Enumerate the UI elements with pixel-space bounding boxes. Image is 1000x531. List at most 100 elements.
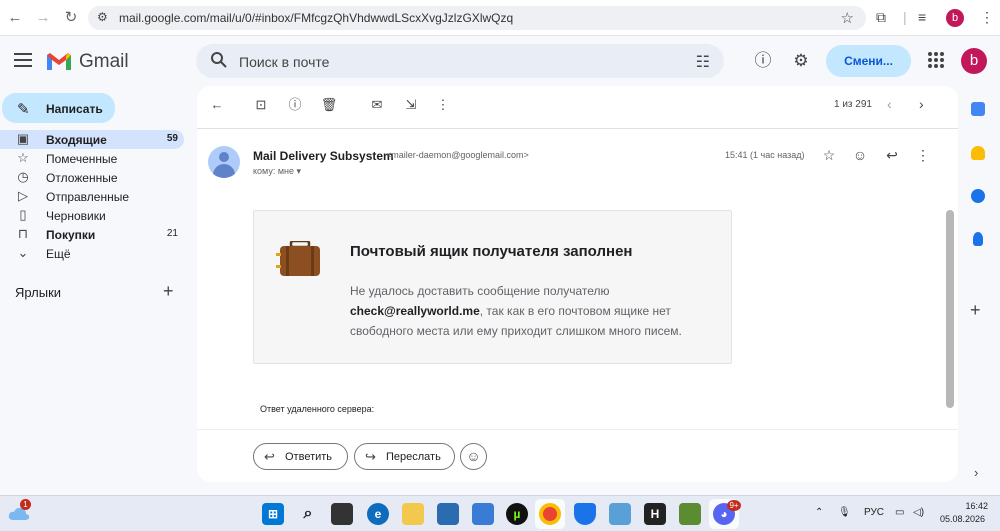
google-apps-icon[interactable] bbox=[928, 52, 944, 68]
gmail-wordmark[interactable]: Gmail bbox=[79, 51, 129, 73]
caret-down-icon[interactable]: ▾ bbox=[297, 166, 302, 176]
sidebar-item-snoozed[interactable]: ◷ Отложенные bbox=[0, 168, 184, 187]
volume-icon[interactable]: ◁) bbox=[913, 507, 924, 518]
media-icon[interactable]: ≡ bbox=[918, 9, 926, 25]
contacts-icon[interactable] bbox=[973, 232, 983, 246]
scrollbar[interactable] bbox=[946, 210, 954, 408]
notice-title: Почтовый ящик получателя заполнен bbox=[350, 243, 633, 260]
move-to-icon[interactable]: ⇲ bbox=[402, 96, 420, 114]
weather-badge: 1 bbox=[20, 499, 31, 510]
sidebar-item-more[interactable]: ⌄ Ещё bbox=[0, 244, 184, 263]
star-icon[interactable]: ☆ bbox=[820, 146, 838, 164]
message-more-icon[interactable]: ⋮ bbox=[914, 146, 932, 164]
extensions-icon[interactable]: ⧉ bbox=[876, 9, 886, 26]
windows-start-icon[interactable]: ⊞ bbox=[262, 503, 284, 525]
vpn-icon[interactable] bbox=[472, 503, 494, 525]
photos-icon[interactable] bbox=[609, 503, 631, 525]
emoji-reaction-icon[interactable]: ☺ bbox=[851, 146, 869, 164]
forward-icon[interactable]: → bbox=[34, 9, 52, 27]
switch-account-button[interactable]: Смени... bbox=[826, 45, 911, 77]
tasks-icon[interactable] bbox=[971, 189, 985, 203]
newer-chevron-icon[interactable]: ‹ bbox=[887, 96, 892, 112]
bookmark-star-icon[interactable]: ☆ bbox=[841, 9, 854, 27]
file-explorer-icon[interactable] bbox=[402, 503, 424, 525]
keep-icon[interactable] bbox=[971, 146, 985, 160]
emoji-reaction-button[interactable]: ☺ bbox=[460, 443, 487, 470]
main-menu-icon[interactable] bbox=[14, 53, 32, 67]
chevron-down-icon: ⌄ bbox=[17, 245, 29, 260]
sidebar-item-purchases[interactable]: ⊓ Покупки 21 bbox=[0, 225, 184, 244]
back-to-inbox-icon[interactable]: ← bbox=[208, 96, 226, 114]
sender-avatar[interactable] bbox=[208, 146, 240, 178]
forward-label: Переслать bbox=[386, 451, 441, 463]
send-icon: ▷ bbox=[18, 188, 28, 203]
sidebar-item-drafts[interactable]: ▯ Черновики bbox=[0, 206, 184, 225]
archive-icon[interactable]: ⊡ bbox=[252, 96, 270, 114]
minecraft-icon[interactable] bbox=[679, 503, 701, 525]
taskbar-search-icon[interactable]: ⌕ bbox=[297, 503, 319, 525]
calendar-icon[interactable] bbox=[971, 102, 985, 116]
sidebar-item-label: Помеченные bbox=[46, 152, 118, 166]
add-addon-icon[interactable]: + bbox=[970, 300, 981, 321]
clock-time[interactable]: 16:42 bbox=[958, 501, 988, 511]
help-icon[interactable]: ⓘ bbox=[753, 51, 773, 71]
reload-icon[interactable]: ↻ bbox=[62, 9, 80, 27]
clock-date[interactable]: 05.08.2026 bbox=[940, 514, 985, 524]
browser-menu-icon[interactable]: ⋮ bbox=[980, 9, 994, 26]
back-icon[interactable]: ← bbox=[6, 9, 24, 27]
notice-body: Не удалось доставить сообщение получател… bbox=[350, 281, 720, 341]
sidebar-item-label: Отправленные bbox=[46, 190, 130, 204]
remote-server-label: Ответ удаленного сервера: bbox=[260, 404, 375, 414]
report-spam-icon[interactable]: ⓘ bbox=[286, 96, 304, 114]
url-text: mail.google.com/mail/u/0/#inbox/FMfcgzQh… bbox=[119, 11, 514, 25]
store-icon[interactable] bbox=[437, 503, 459, 525]
compose-button[interactable]: ✎ Написать bbox=[2, 93, 115, 123]
address-bar[interactable]: ⚙ mail.google.com/mail/u/0/#inbox/FMfcgz… bbox=[88, 6, 866, 30]
search-options-icon[interactable]: ☷ bbox=[696, 52, 710, 72]
edge-browser-icon[interactable]: e bbox=[367, 503, 389, 525]
reply-icon[interactable]: ↩ bbox=[883, 146, 901, 164]
sidebar-item-sent[interactable]: ▷ Отправленные bbox=[0, 187, 184, 206]
message-time: 15:41 (1 час назад) bbox=[725, 150, 805, 160]
tray-chevron-icon[interactable]: ⌃ bbox=[815, 507, 823, 518]
draft-icon: ▯ bbox=[19, 207, 27, 222]
sidebar-item-starred[interactable]: ☆ Помеченные bbox=[0, 149, 184, 168]
settings-gear-icon[interactable]: ⚙ bbox=[791, 51, 811, 71]
search-icon[interactable] bbox=[210, 51, 228, 69]
delete-icon[interactable]: 🗑 bbox=[320, 96, 338, 114]
account-avatar[interactable]: b bbox=[961, 48, 987, 74]
sidebar-item-label: Покупки bbox=[46, 228, 96, 242]
add-label-icon[interactable]: + bbox=[163, 281, 174, 302]
sidebar-item-label: Ещё bbox=[46, 247, 71, 261]
message-view: ← ⊡ ⓘ 🗑 ✉ ⇲ ⋮ 1 из 291 ‹ › Mail Delivery… bbox=[197, 86, 958, 482]
recipient-line[interactable]: кому: мне ▾ bbox=[253, 166, 301, 177]
older-chevron-icon[interactable]: › bbox=[919, 96, 924, 112]
microphone-icon[interactable]: 🎙 bbox=[838, 507, 851, 518]
language-indicator[interactable]: РУС bbox=[864, 507, 884, 518]
expand-panel-chevron-icon[interactable]: › bbox=[974, 465, 978, 480]
utorrent-icon[interactable]: µ bbox=[506, 503, 528, 525]
mark-unread-icon[interactable]: ✉ bbox=[368, 96, 386, 114]
chrome-icon[interactable] bbox=[539, 503, 561, 525]
inbox-icon: ▣ bbox=[16, 131, 30, 146]
windows-taskbar: 1 ⊞ ⌕ e µ H ◕ 9+ ⌃ 🎙 РУС ▭ ◁) 16:42 05.0… bbox=[0, 495, 1000, 531]
defender-shield-icon[interactable] bbox=[574, 503, 596, 525]
more-options-icon[interactable]: ⋮ bbox=[434, 96, 452, 114]
forward-button[interactable]: ↪ Переслать bbox=[354, 443, 455, 470]
sender-name[interactable]: Mail Delivery Subsystem bbox=[253, 149, 394, 163]
sidebar-item-inbox[interactable]: ▣ Входящие 59 bbox=[0, 130, 184, 149]
divider bbox=[197, 128, 958, 129]
h-app-icon[interactable]: H bbox=[644, 503, 666, 525]
browser-profile-avatar[interactable]: b bbox=[946, 9, 964, 27]
search-input[interactable]: Поиск в почте bbox=[239, 54, 329, 70]
site-info-icon[interactable]: ⚙ bbox=[97, 10, 108, 24]
bounce-notice-card: Почтовый ящик получателя заполнен Не уда… bbox=[253, 210, 732, 364]
unread-count: 59 bbox=[166, 133, 178, 144]
search-bar[interactable]: Поиск в почте ☷ bbox=[196, 44, 724, 78]
task-view-icon[interactable] bbox=[331, 503, 353, 525]
shopping-bag-icon: ⊓ bbox=[17, 226, 29, 241]
divider: | bbox=[903, 9, 907, 25]
network-icon[interactable]: ▭ bbox=[895, 507, 904, 518]
forward-icon: ↪ bbox=[365, 449, 376, 464]
reply-button[interactable]: ↩ Ответить bbox=[253, 443, 348, 470]
